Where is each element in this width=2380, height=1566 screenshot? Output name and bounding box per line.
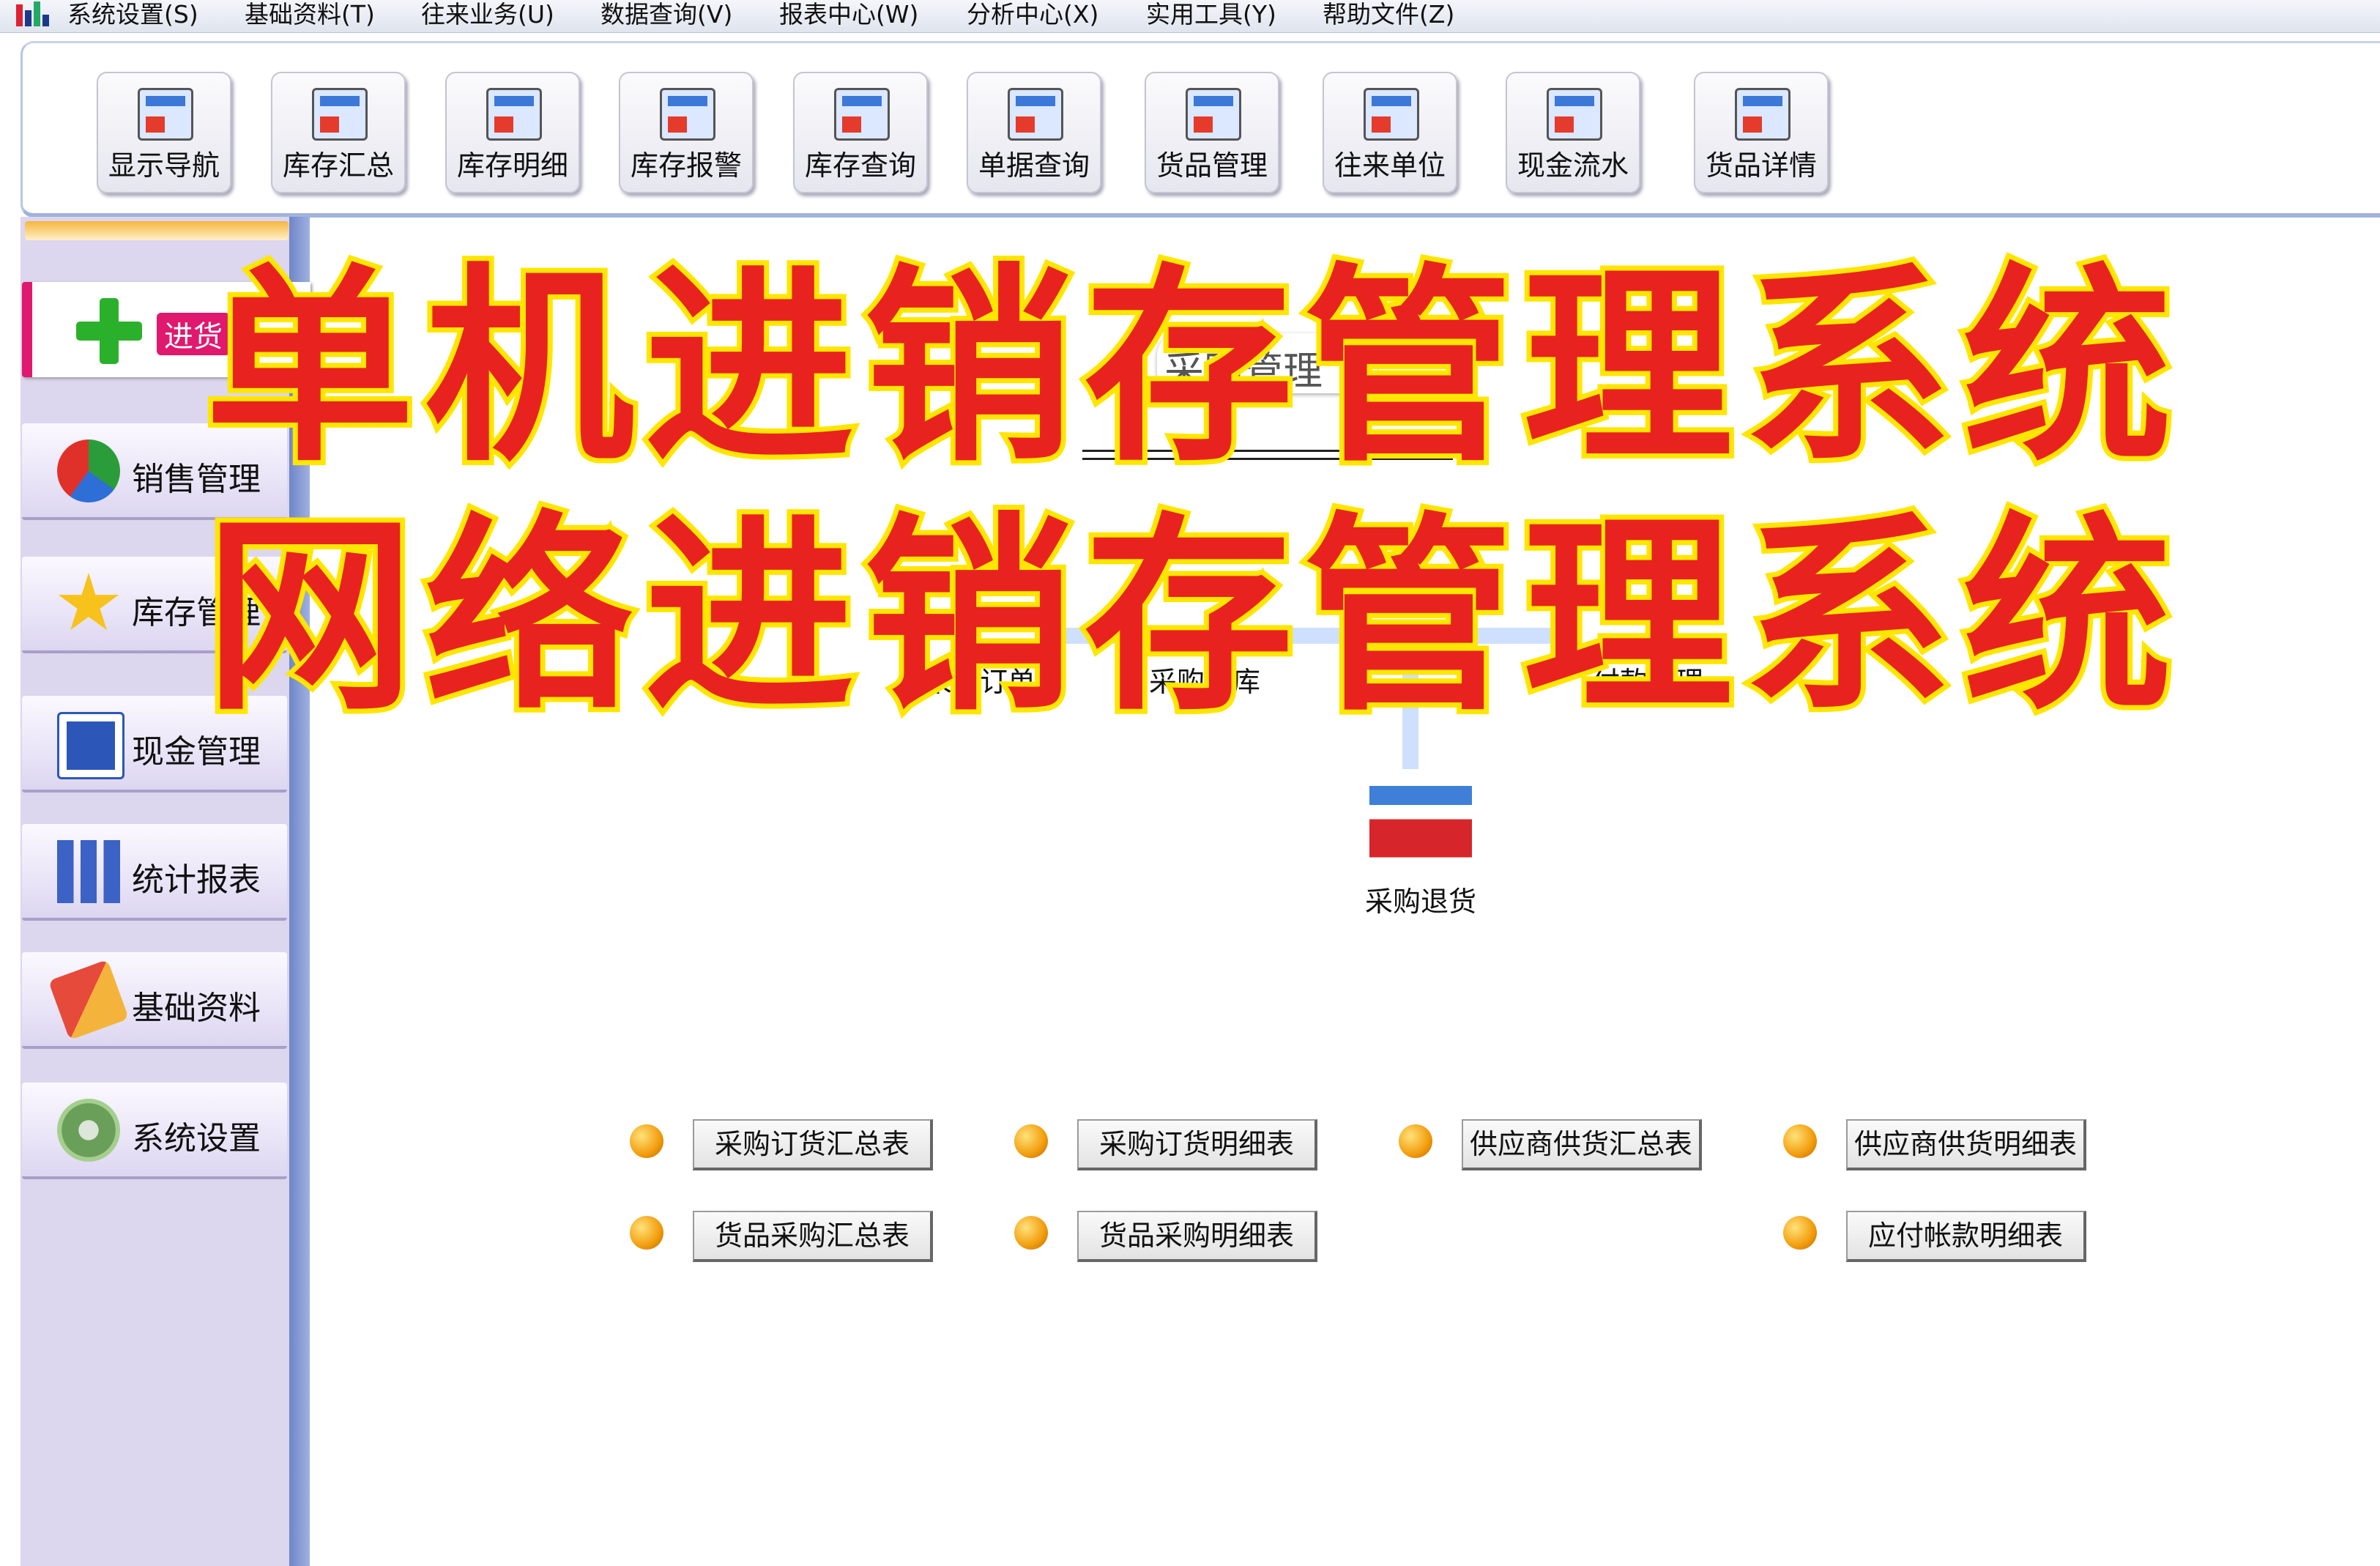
report-purchase-order-detail-button[interactable]: 采购订货明细表 (1077, 1119, 1317, 1170)
sidebar-item-label: 系统设置 (132, 1120, 261, 1157)
report-goods-purchase-detail-button[interactable]: 货品采购明细表 (1077, 1211, 1317, 1262)
flow-node-label: 采购退货 (1364, 886, 1476, 918)
report-payables-detail-button[interactable]: 应付帐款明细表 (1846, 1211, 2086, 1262)
toolbar-stock-alert-button[interactable]: 库存报警 (619, 72, 754, 193)
toolbar-stock-detail-button[interactable]: 库存明细 (445, 72, 580, 193)
bar-chart-icon (57, 840, 120, 903)
report-supplier-summary-button[interactable]: 供应商供货汇总表 (1462, 1119, 1702, 1170)
report-purchase-order-summary-button[interactable]: 采购订货汇总表 (693, 1119, 933, 1170)
toolbar-show-nav-button[interactable]: 显示导航 (97, 72, 231, 193)
goods-icon (1186, 88, 1241, 141)
toolbar-button-label: 库存汇总 (282, 149, 394, 182)
bullet-icon (1783, 1216, 1817, 1250)
cash-icon (57, 712, 124, 779)
document-icon (1735, 88, 1790, 141)
pie-chart-icon (486, 88, 542, 141)
toolbar-document-query-button[interactable]: 单据查询 (967, 72, 1101, 193)
bullet-icon (630, 1124, 663, 1158)
magnifier-icon (834, 88, 890, 141)
users-icon (1364, 88, 1419, 141)
promo-headline-network: 网络进销存管理系统 (200, 491, 2182, 744)
menu-data-query[interactable]: 数据查询(V) (600, 0, 732, 29)
cash-icon (1547, 88, 1602, 141)
navigation-icon (138, 88, 193, 141)
gear-icon (57, 1099, 120, 1162)
toolbar-button-label: 货品管理 (1156, 149, 1268, 182)
toolbar-cash-flow-button[interactable]: 现金流水 (1506, 72, 1640, 193)
alarm-icon (660, 88, 715, 141)
bar-chart-icon (15, 1, 50, 29)
report-supplier-detail-button[interactable]: 供应商供货明细表 (1846, 1119, 2086, 1170)
report-goods-purchase-summary-button[interactable]: 货品采购汇总表 (693, 1211, 933, 1262)
toolbar-button-label: 货品详情 (1705, 149, 1817, 182)
spreadsheet-icon (1008, 88, 1063, 141)
toolbar-goods-detail-button[interactable]: 货品详情 (1694, 72, 1829, 193)
plus-icon (76, 298, 142, 364)
menu-analysis-center[interactable]: 分析中心(X) (967, 0, 1098, 29)
toolbar-button-label: 库存报警 (630, 149, 742, 182)
menu-business[interactable]: 往来业务(U) (421, 0, 554, 29)
sidebar-item-label: 基础资料 (132, 990, 261, 1027)
toolbar-stock-query-button[interactable]: 库存查询 (793, 72, 928, 193)
toolbar-button-label: 库存查询 (804, 149, 916, 182)
bullet-icon (1783, 1124, 1817, 1158)
sidebar-item-basic-data[interactable]: 基础资料 (22, 952, 287, 1049)
menu-basic-data[interactable]: 基础资料(T) (245, 0, 375, 29)
sidebar-item-reports[interactable]: 统计报表 (22, 824, 287, 921)
pie-chart-icon (57, 439, 120, 502)
toolbar-partners-button[interactable]: 往来单位 (1323, 72, 1457, 193)
bullet-icon (1014, 1216, 1048, 1250)
bullet-icon (1014, 1124, 1048, 1158)
toolbar-goods-management-button[interactable]: 货品管理 (1145, 72, 1279, 193)
menu-report-center[interactable]: 报表中心(W) (779, 0, 918, 29)
pencil-icon (48, 959, 130, 1041)
sidebar-item-system-settings[interactable]: 系统设置 (22, 1083, 287, 1179)
menu-system-settings[interactable]: 系统设置(S) (67, 0, 198, 29)
toolbar-button-label: 显示导航 (108, 149, 220, 182)
bullet-icon (630, 1216, 663, 1250)
star-icon (58, 573, 119, 631)
menu-tools[interactable]: 实用工具(Y) (1146, 0, 1276, 29)
sidebar-item-label: 统计报表 (132, 861, 261, 899)
bullet-icon (1399, 1124, 1432, 1158)
toolbar-button-label: 库存明细 (456, 149, 568, 182)
toolbar-button-label: 现金流水 (1517, 149, 1629, 182)
flow-node-purchase-return[interactable]: 采购退货 (1340, 776, 1501, 919)
toolbar-button-label: 往来单位 (1334, 149, 1446, 182)
toolbar-button-label: 单据查询 (978, 149, 1090, 182)
menu-help[interactable]: 帮助文件(Z) (1323, 0, 1454, 29)
menu-bar: 系统设置(S) 基础资料(T) 往来业务(U) 数据查询(V) 报表中心(W) … (0, 0, 2380, 33)
chart-icon (312, 88, 368, 141)
return-truck-icon (1369, 776, 1472, 872)
toolbar-stock-summary-button[interactable]: 库存汇总 (271, 72, 406, 193)
